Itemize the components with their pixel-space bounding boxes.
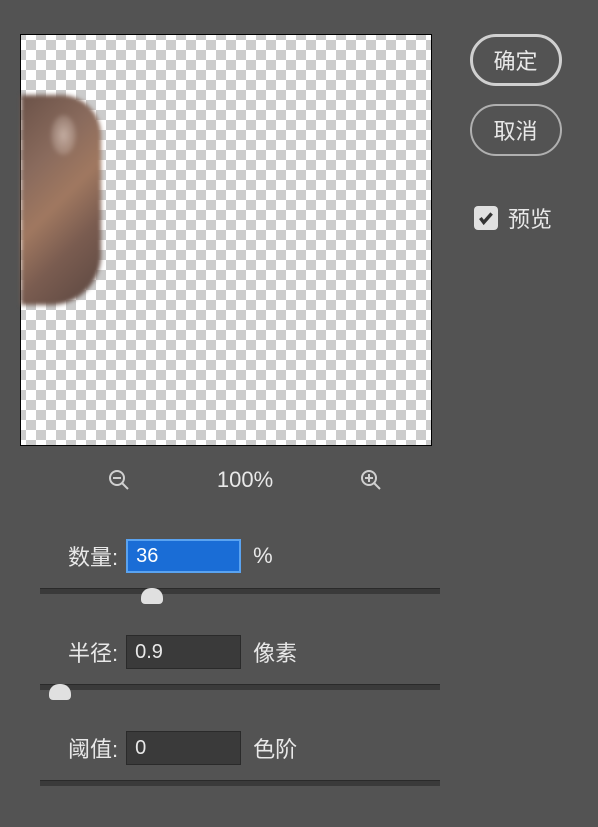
zoom-in-icon[interactable] (357, 466, 385, 494)
preview-checkbox[interactable] (474, 206, 498, 230)
preview-image[interactable] (20, 34, 432, 446)
threshold-unit: 色阶 (253, 732, 297, 764)
zoom-controls: 100% (105, 466, 385, 494)
amount-input[interactable] (126, 539, 241, 573)
amount-unit: % (253, 543, 273, 569)
zoom-level: 100% (217, 467, 273, 493)
cancel-button[interactable]: 取消 (470, 104, 562, 156)
preview-content (21, 95, 101, 305)
ok-button[interactable]: 确定 (470, 34, 562, 86)
threshold-input[interactable] (126, 731, 241, 765)
zoom-out-icon[interactable] (105, 466, 133, 494)
radius-label: 半径: (68, 636, 118, 668)
amount-label: 数量: (68, 540, 118, 572)
radius-unit: 像素 (253, 636, 297, 668)
radius-slider-thumb[interactable] (49, 684, 71, 700)
threshold-slider[interactable] (40, 777, 440, 797)
radius-slider[interactable] (40, 681, 440, 701)
amount-slider[interactable] (40, 585, 440, 605)
preview-label: 预览 (508, 202, 552, 234)
radius-input[interactable] (126, 635, 241, 669)
amount-slider-thumb[interactable] (141, 588, 163, 604)
threshold-label: 阈值: (68, 732, 118, 764)
